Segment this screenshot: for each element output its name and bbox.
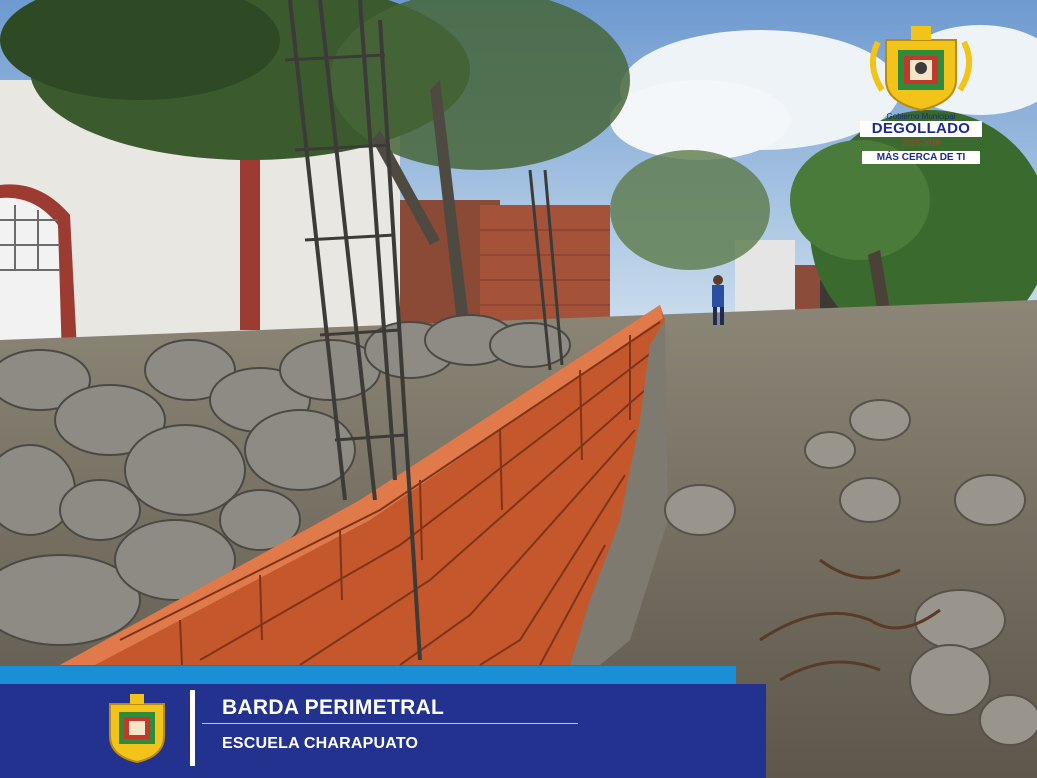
caption-banner: BARDA PERIMETRAL ESCUELA CHARAPUATO bbox=[0, 684, 766, 778]
municipal-logo: Gobierno Municipal DEGOLLADO 2015-2018 M… bbox=[838, 20, 1004, 172]
banner-crest-icon bbox=[109, 694, 165, 764]
logo-tagline: MÁS CERCA DE TI bbox=[862, 151, 980, 164]
banner-title: BARDA PERIMETRAL bbox=[222, 696, 445, 719]
logo-municipality-name: DEGOLLADO bbox=[860, 121, 982, 137]
banner-divider bbox=[190, 690, 195, 766]
logo-years: 2015-2018 bbox=[901, 139, 941, 148]
banner-accent-stripe bbox=[0, 666, 736, 684]
banner-rule bbox=[202, 723, 578, 724]
municipal-crest-icon bbox=[869, 26, 973, 112]
banner-subtitle: ESCUELA CHARAPUATO bbox=[222, 735, 419, 752]
